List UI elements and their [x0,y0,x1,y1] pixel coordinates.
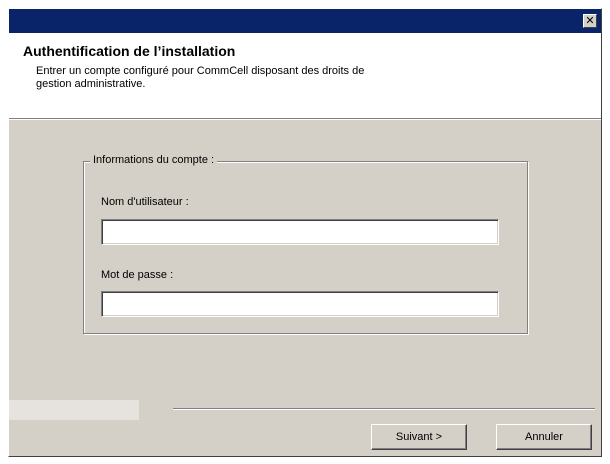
status-area [9,400,139,420]
footer-divider [173,408,595,410]
page-description: Entrer un compte configuré pour CommCell… [36,65,365,90]
username-label: Nom d'utilisateur : [101,196,189,208]
page-title: Authentification de l’installation [23,43,236,59]
password-label: Mot de passe : [101,269,174,281]
password-input[interactable] [101,291,499,317]
close-icon[interactable]: ✕ [583,14,597,28]
account-info-group: Informations du compte : Nom d'utilisate… [83,154,529,335]
title-bar: ✕ [9,9,601,33]
account-info-legend: Informations du compte : [90,154,218,166]
next-button[interactable]: Suivant > [371,424,467,450]
cancel-button[interactable]: Annuler [496,424,592,450]
header-panel: Authentification de l’installation Entre… [9,33,601,119]
username-input[interactable] [101,219,499,245]
installer-dialog: ✕ Authentification de l’installation Ent… [8,8,602,457]
header-divider [9,119,601,120]
